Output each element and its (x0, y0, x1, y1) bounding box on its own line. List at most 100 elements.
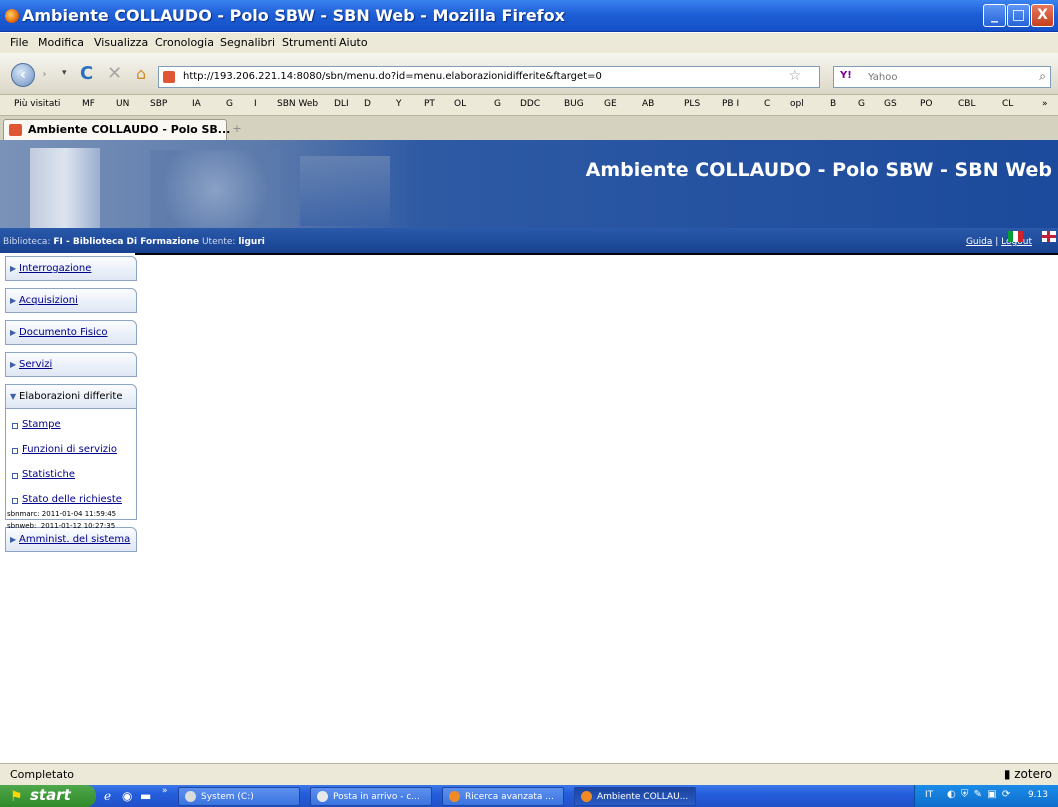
bookmark-item[interactable]: I (254, 99, 257, 109)
bookmark-item[interactable]: IA (192, 99, 201, 109)
bookmark-item[interactable]: PO (920, 99, 933, 109)
taskbar-item-ricerca[interactable]: Ricerca avanzata ... (442, 787, 564, 806)
bookmark-item[interactable]: B (830, 99, 836, 109)
menu-documento-fisico[interactable]: ▶ Documento Fisico (5, 320, 137, 345)
url-bar[interactable]: http://193.206.221.14:8080/sbn/menu.do?i… (158, 66, 820, 88)
url-text[interactable]: http://193.206.221.14:8080/sbn/menu.do?i… (183, 71, 602, 82)
menu-elaborazioni-differite[interactable]: ▼ Elaborazioni differite (5, 384, 137, 409)
italian-flag-icon[interactable] (1008, 231, 1023, 242)
back-button[interactable]: ‹ (11, 63, 35, 87)
search-bar[interactable]: Y! ⌕ (833, 66, 1051, 88)
tray-tools-icon[interactable]: ✎ (974, 789, 983, 800)
page-title: Ambiente COLLAUDO - Polo SBW - SBN Web (585, 159, 1052, 181)
bookmark-item[interactable]: AB (642, 99, 654, 109)
bookmark-item[interactable]: CL (1002, 99, 1013, 109)
bookmark-item[interactable]: DLI (334, 99, 349, 109)
submenu-item-label[interactable]: Stampe (22, 419, 61, 430)
submenu-item-funzioni-di-servizio[interactable]: Funzioni di servizio (6, 440, 136, 465)
bookmark-item[interactable]: OL (454, 99, 466, 109)
submenu-item-label[interactable]: Funzioni di servizio (22, 444, 117, 455)
guida-link[interactable]: Guida (966, 237, 992, 247)
menu-item-label[interactable]: Documento Fisico (19, 327, 108, 338)
bookmark-item[interactable]: UN (116, 99, 129, 109)
menu-servizi[interactable]: ▶ Servizi (5, 352, 137, 377)
zotero-button[interactable]: ▮ zotero (1004, 767, 1052, 781)
menu-item-label[interactable]: Servizi (19, 359, 52, 370)
maximize-button[interactable]: □ (1007, 4, 1030, 27)
menu-acquisizioni[interactable]: ▶ Acquisizioni (5, 288, 137, 313)
menu-file[interactable]: File (10, 36, 28, 49)
search-engine-icon[interactable]: Y! (840, 70, 852, 81)
menu-item-label[interactable]: Amminist. del sistema (19, 534, 130, 545)
tray-monitor-icon[interactable]: ▣ (987, 789, 997, 800)
search-input[interactable] (868, 70, 1018, 84)
bookmark-item[interactable]: PB I (722, 99, 739, 109)
bookmark-item[interactable]: SBN Web (277, 99, 318, 109)
bookmark-item[interactable]: opl (790, 99, 804, 109)
history-dropdown-icon[interactable]: ▾ (62, 68, 67, 78)
ie-quicklaunch-icon[interactable]: ℯ (104, 789, 111, 803)
menu-item-label: Elaborazioni differite (19, 391, 123, 402)
menu-cronologia[interactable]: Cronologia (155, 36, 214, 49)
taskbar-item-label: Ricerca avanzata ... (465, 792, 554, 802)
tray-shield-icon[interactable]: ⛨ (961, 789, 970, 800)
bookmark-item[interactable]: PLS (684, 99, 700, 109)
bookmark-item[interactable]: D (364, 99, 371, 109)
bookmark-item[interactable]: GS (884, 99, 897, 109)
bookmark-item[interactable]: Più visitati (14, 99, 60, 109)
menu-strumenti[interactable]: Strumenti (282, 36, 337, 49)
taskbar-item-system[interactable]: System (C:) (178, 787, 300, 806)
menu-aiuto[interactable]: Aiuto (339, 36, 368, 49)
bookmark-item[interactable]: G (226, 99, 233, 109)
bookmark-item[interactable]: G (858, 99, 865, 109)
reload-icon[interactable]: C (80, 63, 93, 84)
bookmark-item[interactable]: G (494, 99, 501, 109)
windows-taskbar: ⚑ start ℯ ◉ ▬ » System (C:) Posta in arr… (0, 785, 1058, 807)
bookmark-item[interactable]: MF (82, 99, 95, 109)
browser-quicklaunch-icon[interactable]: ◉ (122, 789, 132, 803)
submenu-item-label[interactable]: Stato delle richieste (22, 494, 122, 505)
status-bar: Completato ▮ zotero (0, 763, 1058, 785)
forward-button[interactable]: › (37, 67, 52, 82)
close-button[interactable]: X (1031, 4, 1054, 27)
mail-icon (317, 791, 328, 802)
bookmark-item[interactable]: GE (604, 99, 617, 109)
quicklaunch-overflow-button[interactable]: » (162, 786, 168, 796)
tab-ambiente-collaudo[interactable]: Ambiente COLLAUDO - Polo SB... (3, 119, 230, 140)
bookmark-item[interactable]: DDC (520, 99, 540, 109)
menu-visualizza[interactable]: Visualizza (94, 36, 148, 49)
stop-icon[interactable]: ✕ (107, 63, 122, 84)
submenu-item-stampe[interactable]: Stampe (6, 415, 136, 440)
new-tab-button[interactable]: + (226, 119, 248, 140)
minimize-button[interactable]: _ (983, 4, 1006, 27)
submenu-item-label[interactable]: Statistiche (22, 469, 75, 480)
language-indicator[interactable]: IT (925, 790, 933, 800)
firefox-icon (5, 9, 19, 23)
bookmark-item[interactable]: Y (396, 99, 402, 109)
home-icon[interactable]: ⌂ (136, 64, 146, 83)
menu-modifica[interactable]: Modifica (38, 36, 84, 49)
bookmark-item[interactable]: BUG (564, 99, 584, 109)
tray-network-icon[interactable]: ◐ (947, 789, 957, 800)
taskbar-item-ambiente[interactable]: Ambiente COLLAU... (574, 787, 696, 806)
tray-update-icon[interactable]: ⟳ (1002, 789, 1011, 800)
menu-item-label[interactable]: Interrogazione (19, 263, 91, 274)
taskbar-item-posta[interactable]: Posta in arrivo - c... (310, 787, 432, 806)
menu-segnalibri[interactable]: Segnalibri (220, 36, 275, 49)
folder-quicklaunch-icon[interactable]: ▬ (140, 789, 151, 803)
windows-logo-icon: ⚑ (10, 789, 23, 805)
bookmark-item[interactable]: C (764, 99, 770, 109)
bookmarks-overflow-button[interactable]: » (1042, 99, 1048, 109)
bookmark-item[interactable]: CBL (958, 99, 975, 109)
menu-interrogazione[interactable]: ▶ Interrogazione (5, 256, 137, 281)
bookmark-item[interactable]: SBP (150, 99, 167, 109)
submenu-item-statistiche[interactable]: Statistiche (6, 465, 136, 490)
menu-item-label[interactable]: Acquisizioni (19, 295, 78, 306)
bookmark-star-icon[interactable]: ☆ (788, 68, 801, 84)
tray-icons[interactable]: ◐ ⛨ ✎ ▣ ⟳ (947, 789, 1011, 800)
expand-arrow-icon: ▶ (10, 328, 17, 337)
english-flag-icon[interactable] (1042, 231, 1056, 242)
bookmark-item[interactable]: PT (424, 99, 435, 109)
search-icon[interactable]: ⌕ (1039, 69, 1046, 84)
start-button[interactable]: ⚑ start (0, 785, 96, 807)
